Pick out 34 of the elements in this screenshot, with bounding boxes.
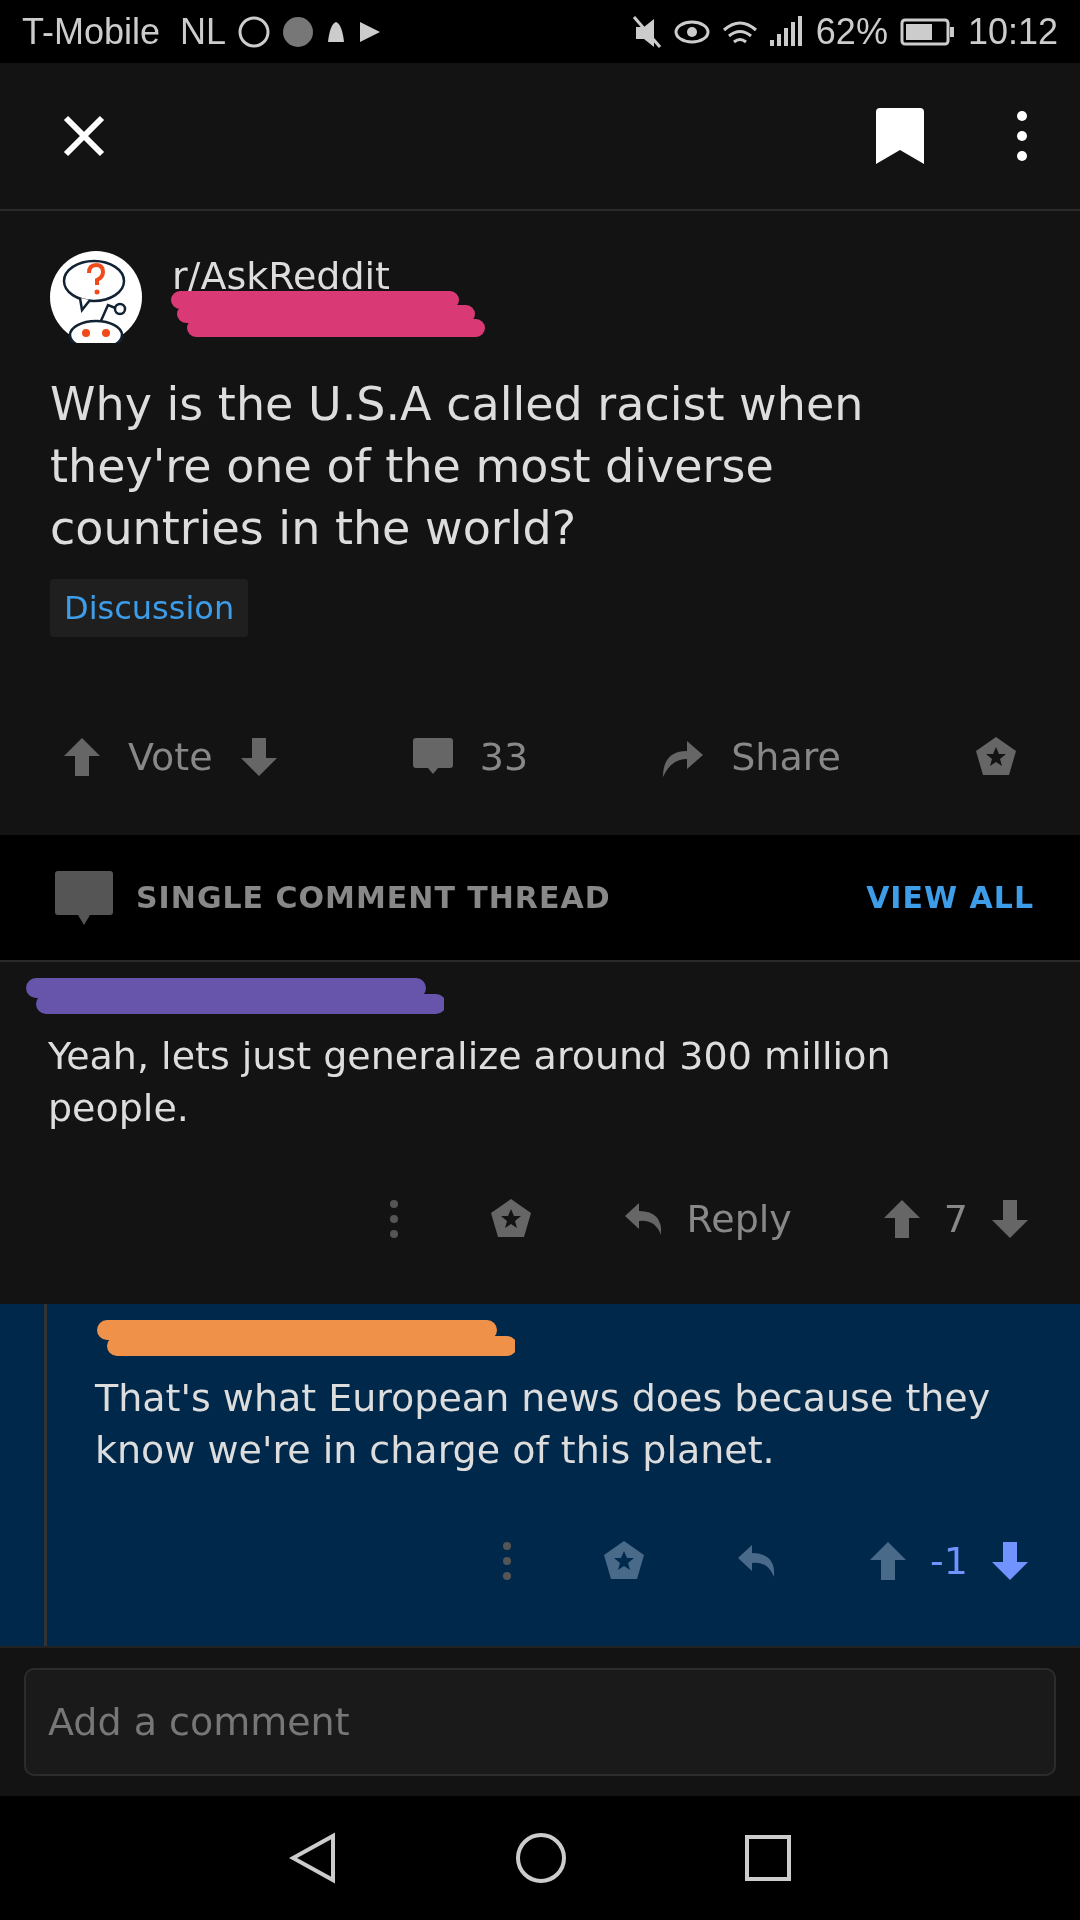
comment-text: Yeah, lets just generalize around 300 million people. xyxy=(48,1033,892,1132)
battery-percent: 62% xyxy=(815,10,888,53)
back-icon[interactable] xyxy=(289,1832,337,1884)
recents-icon[interactable] xyxy=(745,1835,791,1881)
mute-icon xyxy=(631,14,662,49)
upvote-icon[interactable] xyxy=(868,1540,909,1582)
comment-icon xyxy=(54,868,114,927)
thread-label: SINGLE COMMENT THREAD xyxy=(136,880,611,916)
subreddit-name[interactable]: r/AskReddit xyxy=(172,254,486,299)
clock: 10:12 xyxy=(967,10,1058,53)
carrier-name: T-Mobile NL xyxy=(22,10,227,53)
more-options-icon[interactable] xyxy=(1016,110,1028,163)
upvote-icon[interactable] xyxy=(62,736,102,779)
comment-text: That's what European news does because they know we're in charge of this planet. xyxy=(95,1375,992,1474)
vote-label: Vote xyxy=(128,735,213,780)
reply-button[interactable]: Reply xyxy=(622,1197,792,1241)
view-all-button[interactable]: VIEW ALL xyxy=(866,880,1034,916)
battery-icon xyxy=(899,17,956,46)
home-icon[interactable] xyxy=(515,1832,567,1884)
downvote-icon[interactable] xyxy=(990,1198,1030,1240)
flair-tag[interactable]: Discussion xyxy=(50,579,249,638)
bookmark-icon[interactable] xyxy=(874,106,926,167)
comment-count: 33 xyxy=(479,735,529,780)
eye-icon xyxy=(673,19,710,44)
signal-icon xyxy=(769,15,804,48)
comment-score: -1 xyxy=(930,1539,968,1583)
comment-score: 7 xyxy=(943,1197,968,1241)
downvote-icon[interactable] xyxy=(990,1540,1030,1582)
close-icon[interactable] xyxy=(62,114,106,159)
comment-input-field[interactable]: Add a comment xyxy=(24,1668,1056,1776)
circle-app-icon xyxy=(282,15,315,48)
post-title: Why is the U.S.A called racist when they're one of the most diverse countries in the world? xyxy=(50,376,865,558)
subreddit-avatar[interactable] xyxy=(50,251,142,344)
share-button[interactable]: Share xyxy=(661,735,841,780)
